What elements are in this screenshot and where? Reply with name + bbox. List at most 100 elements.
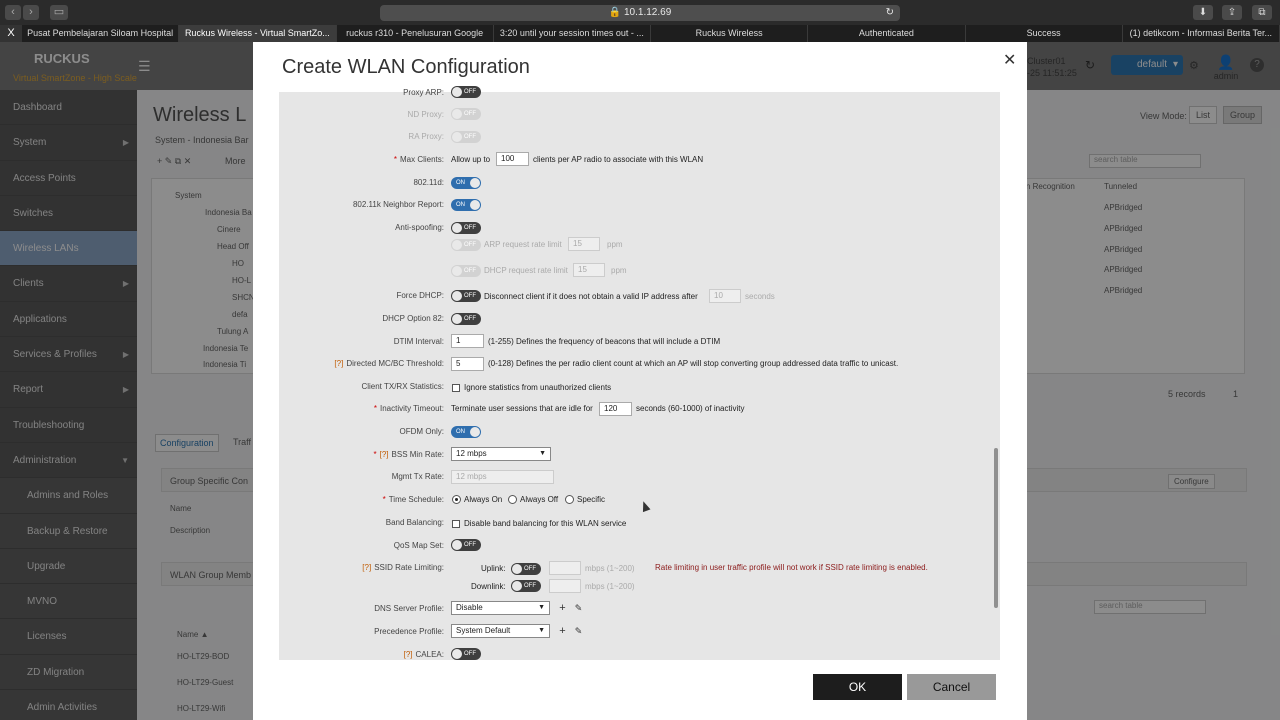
ra-proxy-toggle[interactable]: OFF <box>451 131 481 143</box>
client-txrx-label: Client TX/RX Statistics: <box>361 382 444 391</box>
directed-mcbc-label: [?] Directed MC/BC Threshold: <box>334 359 444 368</box>
uplink-label: Uplink: <box>481 564 506 573</box>
cancel-button[interactable]: Cancel <box>907 674 996 700</box>
tab-5[interactable]: Authenticated <box>808 25 966 42</box>
band-balancing-label: Band Balancing: <box>385 518 444 527</box>
downlink-toggle[interactable]: OFF <box>511 580 541 592</box>
downlink-input[interactable] <box>549 579 581 593</box>
calea-label: [?] CALEA: <box>403 650 444 659</box>
radio-always-on-label: Always On <box>464 495 503 504</box>
arp-rate-unit: ppm <box>607 240 623 249</box>
tab-0[interactable]: Pusat Pembelajaran Siloam Hospital <box>22 25 180 42</box>
calea-toggle[interactable]: OFF <box>451 648 481 660</box>
ok-button[interactable]: OK <box>813 674 902 700</box>
ssid-rate-warning: Rate limiting in user traffic profile wi… <box>655 563 928 572</box>
client-txrx-text: Ignore statistics from unauthorized clie… <box>464 383 612 392</box>
pinned-tab-icon[interactable]: X <box>0 25 22 42</box>
tab-7[interactable]: (1) detikcom - Informasi Berita Ter... <box>1123 25 1280 42</box>
url-bar[interactable]: 🔒 10.1.12.69 ↻ <box>380 5 900 21</box>
reload-icon[interactable]: ↻ <box>886 5 894 21</box>
uplink-unit: mbps (1~200) <box>585 564 635 573</box>
browser-toolbar: ‹ › ▭ 🔒 10.1.12.69 ↻ ⬇ ⇪ ⧉ <box>0 0 1280 25</box>
uplink-toggle[interactable]: OFF <box>511 563 541 575</box>
arp-rate-toggle[interactable]: OFF <box>451 239 481 251</box>
max-clients-pre: Allow up to <box>451 155 491 164</box>
radio-always-off-label: Always Off <box>520 495 559 504</box>
ofdm-toggle[interactable]: ON <box>451 426 481 438</box>
lock-icon: 🔒 <box>608 7 622 18</box>
arp-rate-input[interactable]: 15 <box>568 237 600 251</box>
radio-specific[interactable] <box>565 495 574 504</box>
inactivity-input[interactable]: 120 <box>599 402 632 416</box>
mgmt-tx-rate-input: 12 mbps <box>451 470 554 484</box>
client-txrx-checkbox[interactable] <box>452 384 460 392</box>
caret-down-icon: ▼ <box>538 604 545 611</box>
dhcp-rate-input[interactable]: 15 <box>573 263 605 277</box>
tab-2[interactable]: ruckus r310 - Penelusuran Google <box>337 25 494 42</box>
force-dhcp-label: Force DHCP: <box>396 291 444 300</box>
caret-down-icon: ▼ <box>538 627 545 634</box>
edit-icon[interactable]: ✎ <box>572 602 585 615</box>
dhcp-rate-unit: ppm <box>611 266 627 275</box>
bss-min-rate-select[interactable]: 12 mbps ▼ <box>451 447 551 461</box>
scrollbar[interactable] <box>994 448 998 608</box>
band-balancing-text: Disable band balancing for this WLAN ser… <box>464 519 627 528</box>
ssid-rate-label: [?] SSID Rate Limiting: <box>362 563 444 572</box>
mgmt-tx-rate-label: Mgmt Tx Rate: <box>391 472 444 481</box>
force-dhcp-toggle[interactable]: OFF <box>451 290 481 302</box>
share-icon[interactable]: ⇪ <box>1222 5 1242 20</box>
radio-always-on[interactable] <box>452 495 461 504</box>
inactivity-pre: Terminate user sessions that are idle fo… <box>451 404 593 413</box>
dtim-label: DTIM Interval: <box>393 337 444 346</box>
time-schedule-label: * Time Schedule: <box>382 495 444 504</box>
dns-server-label: DNS Server Profile: <box>374 604 444 613</box>
dot11d-toggle[interactable]: ON <box>451 177 481 189</box>
dns-server-select[interactable]: Disable ▼ <box>451 601 550 615</box>
band-balancing-checkbox[interactable] <box>452 520 460 528</box>
precedence-select[interactable]: System Default ▼ <box>451 624 550 638</box>
anti-spoofing-label: Anti-spoofing: <box>395 223 444 232</box>
forward-icon[interactable]: › <box>23 5 39 20</box>
dot11k-label: 802.11k Neighbor Report: <box>352 200 444 209</box>
back-icon[interactable]: ‹ <box>5 5 21 20</box>
dhcp-rate-text: DHCP request rate limit <box>484 266 568 275</box>
downlink-unit: mbps (1~200) <box>585 582 635 591</box>
edit-icon[interactable]: ✎ <box>572 625 585 638</box>
force-dhcp-text: Disconnect client if it does not obtain … <box>484 292 698 301</box>
proxy-arp-toggle[interactable]: OFF <box>451 86 481 98</box>
tab-4[interactable]: Ruckus Wireless <box>651 25 809 42</box>
max-clients-input[interactable]: 100 <box>496 152 529 166</box>
tab-bar: X Pusat Pembelajaran Siloam Hospital Ruc… <box>0 25 1280 42</box>
directed-mcbc-input[interactable]: 5 <box>451 357 484 371</box>
dhcp82-toggle[interactable]: OFF <box>451 313 481 325</box>
url-text: 10.1.12.69 <box>623 7 672 18</box>
sidebar-toggle-icon[interactable]: ▭ <box>50 5 68 20</box>
tab-1[interactable]: Ruckus Wireless - Virtual SmartZo... <box>179 25 337 42</box>
directed-mcbc-text: (0-128) Defines the per radio client cou… <box>488 359 899 368</box>
force-dhcp-input[interactable]: 10 <box>709 289 741 303</box>
dtim-input[interactable]: 1 <box>451 334 484 348</box>
inactivity-label: * Inactivity Timeout: <box>373 404 444 413</box>
radio-always-off[interactable] <box>508 495 517 504</box>
qos-map-label: QoS Map Set: <box>393 541 444 550</box>
tabs-overview-icon[interactable]: ⧉ <box>1252 5 1272 20</box>
bss-min-rate-label: * [?] BSS Min Rate: <box>373 450 445 459</box>
dot11k-toggle[interactable]: ON <box>451 199 481 211</box>
precedence-label: Precedence Profile: <box>374 627 444 636</box>
close-icon[interactable]: ✕ <box>1003 50 1016 70</box>
anti-spoofing-toggle[interactable]: OFF <box>451 222 481 234</box>
tab-3[interactable]: 3:20 until your session times out - ... <box>494 25 651 42</box>
caret-down-icon: ▼ <box>539 450 546 457</box>
download-icon[interactable]: ⬇ <box>1193 5 1213 20</box>
dtim-text: (1-255) Defines the frequency of beacons… <box>488 337 721 346</box>
dhcp-rate-toggle[interactable]: OFF <box>451 265 481 277</box>
uplink-input[interactable] <box>549 561 581 575</box>
add-icon[interactable]: + <box>556 602 569 615</box>
radio-specific-label: Specific <box>577 495 606 504</box>
qos-map-toggle[interactable]: OFF <box>451 539 481 551</box>
nd-proxy-toggle[interactable]: OFF <box>451 108 481 120</box>
add-icon[interactable]: + <box>556 625 569 638</box>
tab-6[interactable]: Success <box>966 25 1123 42</box>
ra-proxy-label: RA Proxy: <box>408 132 444 141</box>
force-dhcp-unit: seconds <box>745 292 775 301</box>
